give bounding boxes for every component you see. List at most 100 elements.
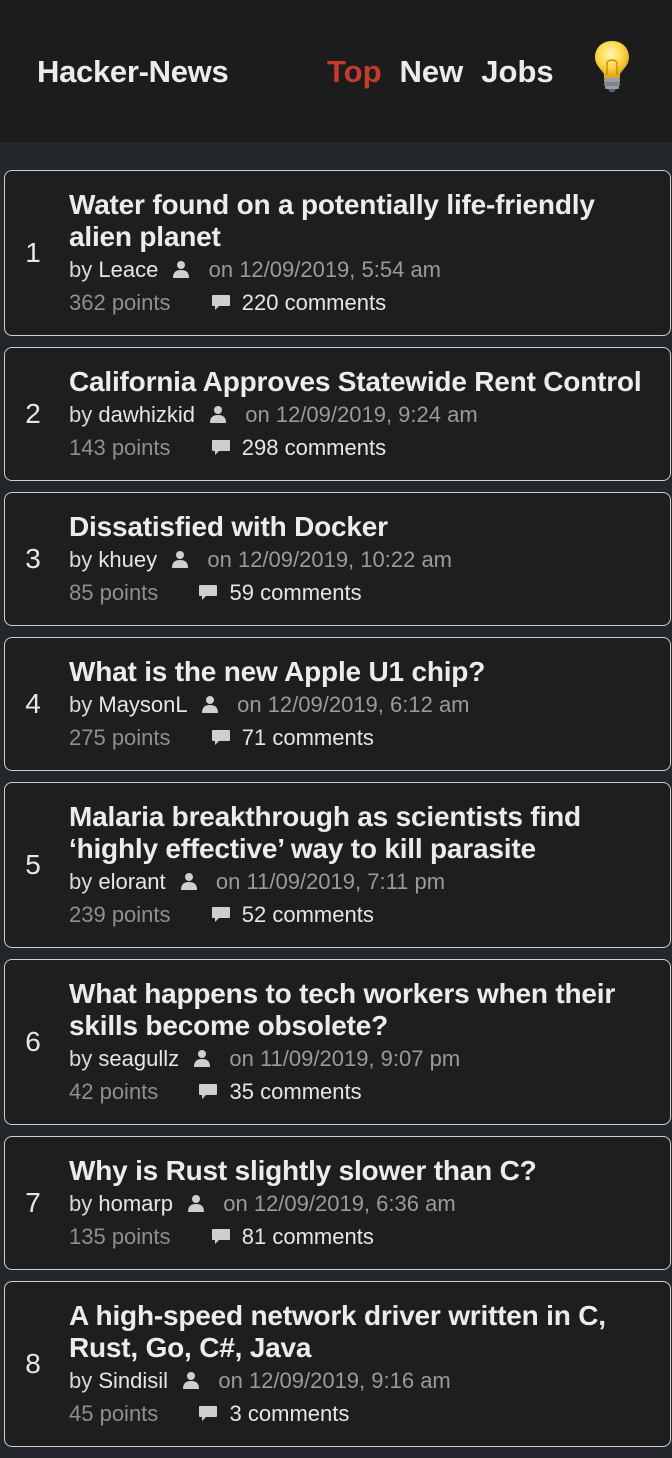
on-label: on	[223, 1191, 248, 1216]
story-comments-link[interactable]: 81 comments	[242, 1224, 374, 1249]
on-label: on	[207, 547, 232, 572]
story-card[interactable]: 1 Water found on a potentially life-frie…	[4, 170, 671, 336]
story-byline: by Leace on 12/09/2019, 5:54 am	[69, 253, 660, 286]
story-author-link[interactable]: Leace	[98, 257, 158, 282]
story-rank: 4	[25, 688, 41, 719]
story-byline: by Sindisil on 12/09/2019, 9:16 am	[69, 1364, 660, 1397]
story-byline: by dawhizkid on 12/09/2019, 9:24 am	[69, 398, 660, 431]
by-label: by	[69, 692, 93, 717]
story-date: on 12/09/2019, 5:54 am	[209, 257, 441, 282]
story-comments-link[interactable]: 59 comments	[230, 580, 362, 605]
nav-jobs[interactable]: Jobs	[481, 54, 553, 90]
story-author-link[interactable]: Sindisil	[98, 1368, 168, 1393]
comment-icon	[211, 1222, 231, 1244]
nav-top[interactable]: Top	[327, 54, 382, 90]
lightbulb-icon[interactable]	[592, 38, 632, 94]
on-label: on	[245, 402, 270, 427]
user-icon	[180, 866, 198, 890]
story-title-link[interactable]: Dissatisfied with Docker	[69, 511, 660, 543]
story-title-link[interactable]: California Approves Statewide Rent Contr…	[69, 366, 660, 398]
story-rank: 5	[25, 849, 41, 880]
story-rank: 3	[25, 543, 41, 574]
story-stats: 275 points 71 comments	[69, 721, 660, 754]
comment-icon	[211, 723, 231, 745]
story-stats: 362 points 220 comments	[69, 286, 660, 319]
story-byline: by seagullz on 11/09/2019, 9:07 pm	[69, 1042, 660, 1075]
story-date-value: 11/09/2019, 7:11 pm	[246, 869, 446, 894]
story-card[interactable]: 6 What happens to tech workers when thei…	[4, 959, 671, 1125]
story-points: 143 points	[69, 435, 171, 460]
story-comments-link[interactable]: 35 comments	[230, 1079, 362, 1104]
comment-icon	[198, 1077, 218, 1099]
story-date: on 12/09/2019, 9:16 am	[218, 1368, 450, 1393]
story-author-link[interactable]: elorant	[98, 869, 165, 894]
on-label: on	[229, 1046, 254, 1071]
story-title-link[interactable]: A high-speed network driver written in C…	[69, 1300, 660, 1364]
comment-icon	[198, 1399, 218, 1421]
on-label: on	[218, 1368, 243, 1393]
story-author-link[interactable]: dawhizkid	[98, 402, 195, 427]
brand-title[interactable]: Hacker-News	[37, 54, 229, 90]
user-icon	[201, 689, 219, 713]
story-byline: by homarp on 12/09/2019, 6:36 am	[69, 1187, 660, 1220]
by-label: by	[69, 1368, 93, 1393]
story-date: on 11/09/2019, 7:11 pm	[216, 869, 445, 894]
story-title-link[interactable]: Why is Rust slightly slower than C?	[69, 1155, 660, 1187]
story-rank: 6	[25, 1026, 41, 1057]
story-date-value: 12/09/2019, 9:24 am	[275, 402, 478, 427]
story-comments-link[interactable]: 71 comments	[242, 725, 374, 750]
story-date: on 12/09/2019, 6:36 am	[223, 1191, 455, 1216]
story-card[interactable]: 7 Why is Rust slightly slower than C? by…	[4, 1136, 671, 1270]
on-label: on	[215, 869, 241, 894]
story-points: 85 points	[69, 580, 159, 605]
story-card[interactable]: 2 California Approves Statewide Rent Con…	[4, 347, 671, 481]
story-card[interactable]: 3 Dissatisfied with Docker by khuey on 1…	[4, 492, 671, 626]
comment-icon	[211, 288, 231, 310]
story-date: on 12/09/2019, 10:22 am	[207, 547, 452, 572]
story-points: 275 points	[69, 725, 171, 750]
story-comments-link[interactable]: 298 comments	[242, 435, 386, 460]
by-label: by	[69, 257, 93, 282]
story-author-link[interactable]: homarp	[98, 1191, 173, 1216]
by-label: by	[69, 869, 93, 894]
story-author-link[interactable]: MaysonL	[98, 692, 186, 717]
story-points: 42 points	[69, 1079, 159, 1104]
story-author-link[interactable]: khuey	[98, 547, 157, 572]
on-label: on	[237, 692, 262, 717]
story-rank: 7	[25, 1187, 41, 1218]
story-rank: 2	[25, 398, 41, 429]
story-stats: 143 points 298 comments	[69, 431, 660, 464]
story-card[interactable]: 5 Malaria breakthrough as scientists fin…	[4, 782, 671, 948]
story-author-link[interactable]: seagullz	[98, 1046, 179, 1071]
story-points: 135 points	[69, 1224, 171, 1249]
story-list: 1 Water found on a potentially life-frie…	[0, 142, 672, 1447]
story-title-link[interactable]: Malaria breakthrough as scientists find …	[69, 801, 660, 865]
user-icon	[171, 544, 189, 568]
story-date-value: 12/09/2019, 9:16 am	[248, 1368, 451, 1393]
story-card[interactable]: 4 What is the new Apple U1 chip? by Mays…	[4, 637, 671, 771]
nav-new[interactable]: New	[400, 54, 464, 90]
story-date: on 11/09/2019, 9:07 pm	[229, 1046, 460, 1071]
user-icon	[182, 1365, 200, 1389]
story-comments-link[interactable]: 52 comments	[242, 902, 374, 927]
story-comments-link[interactable]: 3 comments	[230, 1401, 350, 1426]
story-date: on 12/09/2019, 9:24 am	[245, 402, 477, 427]
story-date-value: 12/09/2019, 6:12 am	[267, 692, 470, 717]
story-byline: by elorant on 11/09/2019, 7:11 pm	[69, 865, 660, 898]
story-byline: by khuey on 12/09/2019, 10:22 am	[69, 543, 660, 576]
by-label: by	[69, 402, 93, 427]
story-title-link[interactable]: What happens to tech workers when their …	[69, 978, 660, 1042]
story-card[interactable]: 8 A high-speed network driver written in…	[4, 1281, 671, 1447]
on-label: on	[208, 257, 234, 282]
story-stats: 85 points 59 comments	[69, 576, 660, 609]
user-icon	[172, 254, 190, 278]
story-title-link[interactable]: Water found on a potentially life-friend…	[69, 189, 660, 253]
story-date-value: 12/09/2019, 6:36 am	[253, 1191, 456, 1216]
main-nav: Top New Jobs	[327, 54, 554, 90]
by-label: by	[69, 547, 93, 572]
by-label: by	[69, 1191, 93, 1216]
story-date: on 12/09/2019, 6:12 am	[237, 692, 469, 717]
story-rank: 8	[25, 1348, 41, 1379]
story-title-link[interactable]: What is the new Apple U1 chip?	[69, 656, 660, 688]
story-comments-link[interactable]: 220 comments	[242, 290, 386, 315]
